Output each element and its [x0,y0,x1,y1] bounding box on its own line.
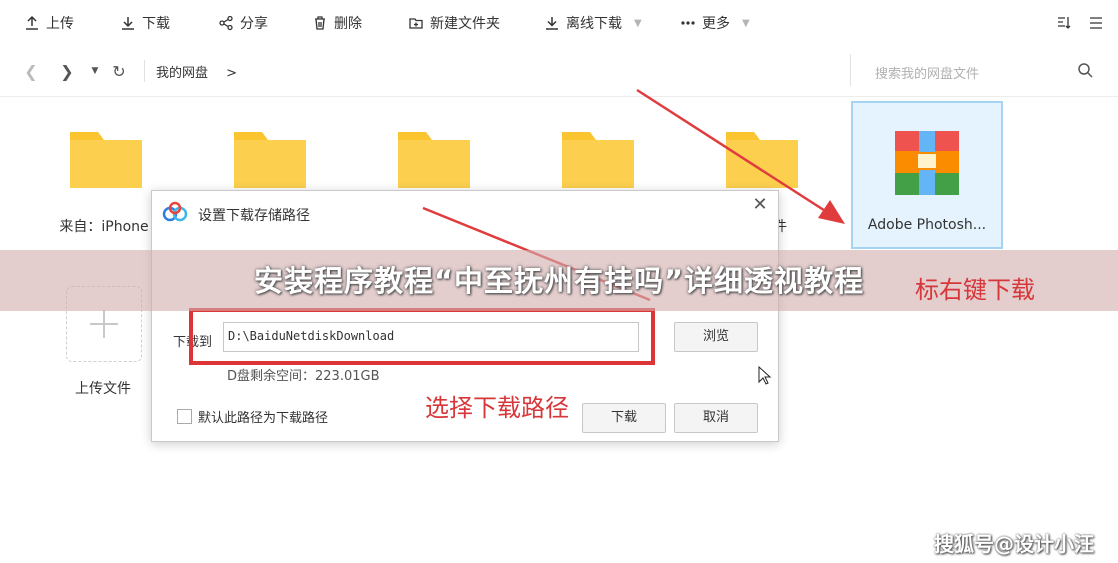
folder-icon [70,132,142,188]
share-label: 分享 [240,16,268,32]
forward-icon[interactable]: ❯ [56,60,78,82]
checkbox-icon[interactable] [177,409,192,424]
default-path-checkbox[interactable]: 默认此路径为下载路径 [177,407,328,426]
watermark: 搜狐号@设计小汪 [934,532,1094,556]
folder-icon [562,132,634,188]
search-input[interactable]: 搜索我的网盘文件 [875,63,979,82]
upload-button[interactable]: 上传 [24,12,74,34]
navigation-bar: ❮ ❯ ▼ ↻ 我的网盘 > 搜索我的网盘文件 [0,46,1118,97]
new-folder-label: 新建文件夹 [430,16,500,32]
download-label: 下载 [142,16,170,32]
delete-button[interactable]: 删除 [312,12,362,34]
trash-icon [315,16,325,30]
share-icon [219,15,233,31]
plus-icon [90,310,118,338]
highlight-rectangle [189,308,655,365]
browse-button[interactable]: 浏览 [674,322,758,352]
breadcrumb-root[interactable]: 我的网盘 [156,66,208,81]
breadcrumb[interactable]: 我的网盘 > [156,62,237,81]
download-button[interactable]: 下载 [120,12,170,34]
dialog-title: 设置下载存储路径 [198,208,310,224]
annotation-select-path: 选择下载路径 [425,394,569,422]
sort-button[interactable] [1056,12,1072,34]
new-folder-button[interactable]: 新建文件夹 [408,12,500,34]
search-icon[interactable] [1077,62,1093,78]
offline-download-button[interactable]: 离线下载 ▼ [544,12,642,34]
refresh-icon[interactable]: ↻ [108,60,130,82]
mouse-cursor-icon [758,366,772,385]
folder-icon [398,132,470,188]
delete-label: 删除 [334,16,362,32]
free-space-info: D盘剩余空间：223.01GB [227,369,380,384]
archive-icon [895,131,959,195]
more-button[interactable]: 更多 ▼ [680,12,750,34]
new-folder-icon [409,18,423,29]
cancel-button[interactable]: 取消 [674,403,758,433]
upload-tile-label: 上传文件 [75,381,131,397]
upload-label: 上传 [46,16,74,32]
download-confirm-button[interactable]: 下载 [582,403,666,433]
chevron-down-icon[interactable]: ▼ [634,18,642,29]
divider [144,60,145,82]
toolbar: 上传 下载 分享 删除 新建文件夹 离线下载 ▼ 更多 ▼ [0,0,1118,47]
folder-icon [726,132,798,188]
search-box[interactable]: 搜索我的网盘文件 [850,54,1105,86]
list-view-button[interactable] [1088,12,1104,34]
archive-file-name: Adobe Photosh... [867,217,987,233]
default-path-label: 默认此路径为下载路径 [198,411,329,426]
archive-file-item[interactable]: Adobe Photosh... [851,101,1003,249]
more-icon [681,21,695,25]
baidu-netdisk-logo-icon [162,201,188,222]
more-label: 更多 [702,16,730,32]
history-dropdown-icon[interactable]: ▼ [84,60,106,82]
offline-download-label: 离线下载 [566,16,622,32]
chevron-down-icon[interactable]: ▼ [742,18,750,29]
folder-icon [234,132,306,188]
close-icon[interactable]: ✕ [750,194,770,215]
annotation-right-click: 标右键下载 [915,276,1035,304]
list-view-icon [1090,17,1102,29]
breadcrumb-separator: > [226,66,238,81]
back-icon[interactable]: ❮ [20,60,42,82]
offline-download-icon [546,17,558,30]
sort-icon [1058,17,1071,29]
upload-icon [26,15,38,30]
share-button[interactable]: 分享 [218,12,268,34]
download-icon [122,17,134,30]
